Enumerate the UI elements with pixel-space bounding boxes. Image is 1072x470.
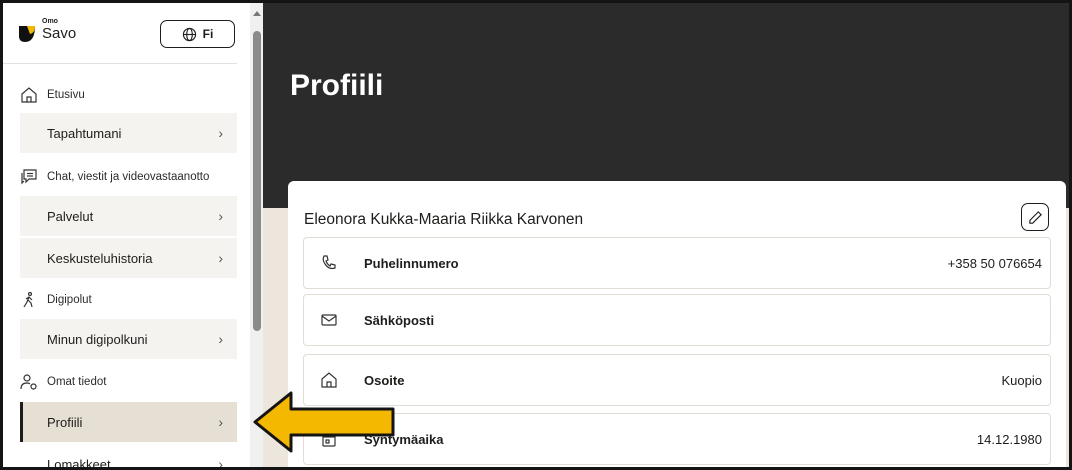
- sidebar-divider: [3, 63, 237, 64]
- scroll-up-arrow-icon[interactable]: [253, 11, 261, 16]
- profile-row-birthdate: Syntymäaika 14.12.1980: [303, 413, 1051, 465]
- sidebar-section-etusivu[interactable]: Etusivu: [20, 85, 85, 105]
- sidebar-item-label: Lomakkeet: [47, 456, 111, 470]
- sidebar-section-label: Omat tiedot: [47, 376, 107, 388]
- chevron-right-icon: ›: [218, 125, 223, 141]
- profile-row-phone: Puhelinnumero +358 50 076654: [303, 237, 1051, 289]
- sidebar-section-label: Chat, viestit ja videovastaanotto: [47, 171, 210, 183]
- sidebar-item-label: Palvelut: [47, 208, 94, 224]
- logo-mark-icon: [19, 26, 35, 42]
- sidebar-item-palvelut[interactable]: Palvelut ›: [20, 196, 237, 236]
- page-title: Profiili: [290, 69, 384, 102]
- sidebar-item-label: Keskusteluhistoria: [47, 250, 153, 266]
- language-button[interactable]: Fi: [160, 20, 235, 48]
- chevron-right-icon: ›: [218, 414, 223, 430]
- chat-icon: [21, 169, 37, 185]
- sidebar-item-minun-digipolkuni[interactable]: Minun digipolkuni ›: [20, 319, 237, 359]
- app-window: Omo Savo Fi Etusivu Tapahtumani › Chat, …: [0, 0, 1072, 470]
- profile-row-label: Osoite: [364, 372, 405, 388]
- scrollbar-thumb[interactable]: [253, 31, 261, 331]
- sidebar-item-tapahtumani[interactable]: Tapahtumani ›: [20, 113, 237, 153]
- language-label: Fi: [202, 27, 214, 41]
- sidebar-section-digipolut[interactable]: Digipolut: [20, 290, 92, 310]
- user-settings-icon: [20, 374, 37, 390]
- sidebar-section-label: Digipolut: [47, 294, 92, 306]
- pencil-icon: [1028, 210, 1042, 224]
- sidebar-item-label: Profiili: [47, 414, 83, 430]
- sidebar-section-label: Etusivu: [47, 89, 85, 101]
- profile-row-value: 14.12.1980: [976, 431, 1042, 447]
- home-icon: [21, 87, 37, 103]
- profile-row-address: Osoite Kuopio: [303, 354, 1051, 406]
- profile-row-email: Sähköposti: [303, 294, 1051, 346]
- chevron-right-icon: ›: [218, 208, 223, 224]
- chevron-right-icon: ›: [218, 331, 223, 347]
- sidebar-section-chat[interactable]: Chat, viestit ja videovastaanotto: [20, 167, 209, 187]
- walking-person-icon: [23, 291, 33, 308]
- sidebar-item-label: Minun digipolkuni: [47, 331, 148, 347]
- sidebar-item-label: Tapahtumani: [47, 125, 122, 141]
- profile-name: Eleonora Kukka-Maaria Riikka Karvonen: [304, 211, 584, 228]
- sidebar-item-keskusteluhistoria[interactable]: Keskusteluhistoria ›: [20, 238, 237, 278]
- sidebar-item-profiili[interactable]: Profiili ›: [20, 402, 237, 442]
- edit-profile-button[interactable]: [1021, 203, 1049, 231]
- phone-icon: [319, 253, 339, 273]
- mail-icon: [319, 310, 339, 330]
- sidebar-section-omat-tiedot[interactable]: Omat tiedot: [20, 372, 106, 392]
- page-header: Profiili: [263, 3, 1069, 208]
- profile-row-value: Kuopio: [1001, 372, 1042, 388]
- omasavo-logo[interactable]: Omo Savo: [17, 18, 77, 49]
- sidebar-item-lomakkeet[interactable]: Lomakkeet ›: [20, 444, 237, 470]
- profile-card: Eleonora Kukka-Maaria Riikka Karvonen Pu…: [288, 181, 1066, 467]
- profile-row-value: +358 50 076654: [947, 255, 1042, 271]
- logo-small-text: Omo: [42, 18, 58, 25]
- chevron-right-icon: ›: [218, 456, 223, 470]
- logo-main-text: Savo: [42, 25, 77, 42]
- profile-row-label: Sähköposti: [364, 312, 435, 328]
- profile-row-label: Puhelinnumero: [364, 255, 459, 271]
- pointer-arrow-icon: [253, 391, 395, 453]
- home-icon: [319, 370, 339, 390]
- chevron-right-icon: ›: [218, 250, 223, 266]
- globe-icon: [182, 27, 196, 41]
- sidebar: Omo Savo Fi Etusivu Tapahtumani › Chat, …: [3, 3, 250, 470]
